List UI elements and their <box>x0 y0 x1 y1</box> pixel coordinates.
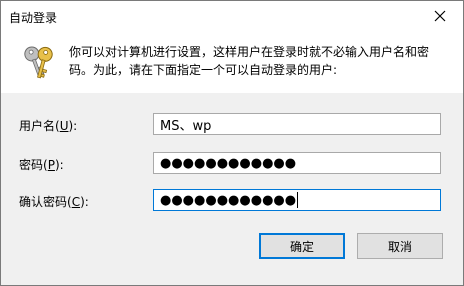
close-icon <box>434 10 446 22</box>
password-row: 密码(P): ●●●●●●●●●●●● <box>1 152 463 176</box>
confirm-password-value: ●●●●●●●●●●●● <box>160 192 297 208</box>
username-value: MS、wp <box>160 118 212 134</box>
auto-login-dialog: 自动登录 你可以对计算机进行设置，这样用户在登录时就不必输入用户名和密码。为此，… <box>0 0 464 286</box>
keys-icon <box>21 43 57 84</box>
form-body: 用户名(U): MS、wp 密码(P): ●●●●●●●●●●●● 确认密码(C… <box>1 93 463 285</box>
username-field[interactable]: MS、wp <box>153 113 441 135</box>
header-section: 你可以对计算机进行设置，这样用户在登录时就不必输入用户名和密码。为此，请在下面指… <box>1 31 463 93</box>
close-button[interactable] <box>417 1 463 31</box>
username-row: 用户名(U): MS、wp <box>1 113 463 137</box>
cancel-button[interactable]: 取消 <box>357 233 443 259</box>
confirm-password-field[interactable]: ●●●●●●●●●●●● <box>153 189 441 211</box>
password-label: 密码(P): <box>19 158 64 172</box>
confirm-password-row: 确认密码(C): ●●●●●●●●●●●● <box>1 189 463 213</box>
button-row: 确定 取消 <box>1 233 463 259</box>
title-bar: 自动登录 <box>1 1 463 31</box>
dialog-title: 自动登录 <box>9 11 58 25</box>
text-caret <box>297 192 299 208</box>
confirm-password-label: 确认密码(C): <box>19 195 89 209</box>
password-field[interactable]: ●●●●●●●●●●●● <box>153 152 441 174</box>
password-value: ●●●●●●●●●●●● <box>160 155 297 171</box>
username-label: 用户名(U): <box>19 119 78 133</box>
header-description: 你可以对计算机进行设置，这样用户在登录时就不必输入用户名和密码。为此，请在下面指… <box>69 45 430 77</box>
ok-button[interactable]: 确定 <box>259 233 345 259</box>
